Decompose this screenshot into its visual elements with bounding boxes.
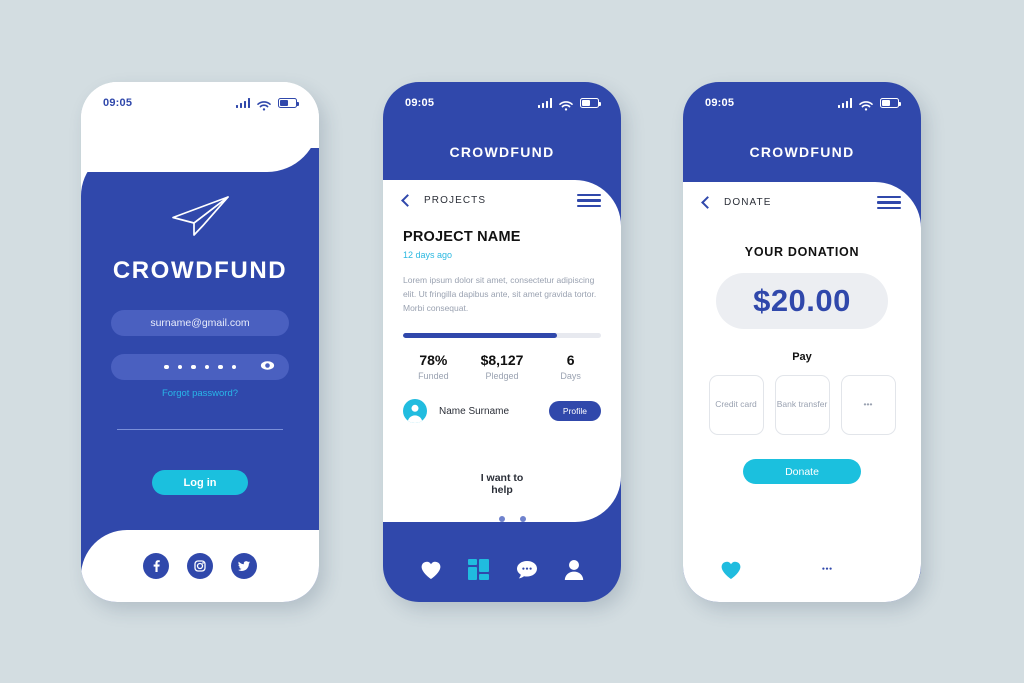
nav-grid-button[interactable] xyxy=(768,559,790,580)
login-branding: CROWDFUND xyxy=(81,194,319,285)
bottom-navigation xyxy=(383,559,621,580)
heart-icon xyxy=(421,561,441,579)
status-time: 09:05 xyxy=(405,97,435,109)
phone-screen-login: 09:05 CROWDFUND surname@gmail.com Forgot… xyxy=(81,82,319,602)
paper-plane-icon xyxy=(81,194,319,243)
carousel-pagination xyxy=(383,516,621,522)
pager-dot-2[interactable] xyxy=(499,516,505,522)
status-icons xyxy=(837,98,901,111)
stat-value: 78% xyxy=(419,352,448,369)
page-title: CROWDFUND xyxy=(749,144,855,160)
signal-icon xyxy=(537,98,552,108)
breadcrumb: PROJECTS xyxy=(424,195,487,207)
nav-profile-button[interactable] xyxy=(864,559,884,580)
profile-icon xyxy=(564,560,584,580)
stat-pledged: $8,127 Pledged xyxy=(468,352,537,381)
instagram-icon[interactable] xyxy=(187,553,213,579)
nav-chat-button[interactable] xyxy=(816,560,838,580)
phone-screen-project: 09:05 CROWDFUND PROJECTS PROJECT NAME 12… xyxy=(383,82,621,602)
nav-grid-button[interactable] xyxy=(468,559,490,580)
signal-icon xyxy=(837,98,852,108)
heart-icon xyxy=(721,561,741,579)
nav-chat-button[interactable] xyxy=(516,560,538,580)
battery-icon xyxy=(580,98,601,108)
login-form: surname@gmail.com Forgot password? Log i… xyxy=(81,310,319,495)
battery-icon xyxy=(880,98,901,108)
i-want-to-help-button[interactable]: I want to help xyxy=(442,465,562,503)
eye-icon[interactable] xyxy=(260,361,275,374)
back-chevron-icon[interactable] xyxy=(701,196,714,209)
stat-label: Pledged xyxy=(485,371,519,382)
app-brand-title: CROWDFUND xyxy=(112,257,288,284)
stat-value: 6 xyxy=(566,352,575,369)
signal-icon xyxy=(235,98,250,108)
stat-days: 6 Days xyxy=(536,352,605,381)
nav-heart-button[interactable] xyxy=(720,560,742,580)
password-field[interactable] xyxy=(111,354,289,380)
status-time: 09:05 xyxy=(103,97,133,109)
mockup-stage: 09:05 CROWDFUND surname@gmail.com Forgot… xyxy=(0,0,1024,683)
payment-methods: Credit card Bank transfer ••• xyxy=(683,375,921,436)
chat-icon xyxy=(516,560,537,578)
profile-icon xyxy=(864,560,884,580)
facebook-icon[interactable] xyxy=(143,553,169,579)
donation-amount-field[interactable]: $20.00 xyxy=(716,273,888,330)
grid-icon xyxy=(468,559,490,580)
phone-screen-donate: 09:05 CROWDFUND DONATE YOUR DONATION $20… xyxy=(683,82,921,602)
owner-name: Name Surname xyxy=(439,405,510,417)
hamburger-menu-icon[interactable] xyxy=(877,196,901,210)
status-bar: 09:05 xyxy=(683,82,921,124)
form-divider xyxy=(117,429,283,430)
stat-label: Funded xyxy=(418,371,449,382)
project-description: Lorem ipsum dolor sit amet, consectetur … xyxy=(403,275,597,313)
stat-value: $8,127 xyxy=(480,352,524,369)
payment-method-credit-card[interactable]: Credit card xyxy=(708,375,764,436)
donation-heading: YOUR DONATION xyxy=(744,245,860,260)
battery-icon xyxy=(278,98,299,108)
project-owner-row: Name Surname Profile xyxy=(403,399,601,424)
nav-profile-button[interactable] xyxy=(564,559,584,580)
funding-progress-bar xyxy=(403,333,601,339)
grid-icon xyxy=(768,559,790,580)
sub-header: PROJECTS xyxy=(383,180,621,208)
donate-card: DONATE YOUR DONATION $20.00 Pay Credit c… xyxy=(683,182,921,602)
email-value: surname@gmail.com xyxy=(150,317,250,329)
twitter-icon[interactable] xyxy=(231,553,257,579)
chat-icon xyxy=(816,560,837,578)
social-login-bar xyxy=(81,530,319,602)
payment-method-bank-transfer[interactable]: Bank transfer xyxy=(774,375,830,436)
login-button[interactable]: Log in xyxy=(152,470,248,495)
donate-button[interactable]: Donate xyxy=(743,459,861,485)
wifi-icon xyxy=(559,98,573,111)
wifi-icon xyxy=(257,98,271,111)
status-icons xyxy=(537,98,601,111)
status-time: 09:05 xyxy=(705,97,735,109)
status-bar: 09:05 xyxy=(383,82,621,124)
pay-section-label: Pay xyxy=(792,351,812,364)
bottom-navigation xyxy=(683,559,921,580)
breadcrumb: DONATE xyxy=(724,197,772,209)
profile-button[interactable]: Profile xyxy=(548,401,601,422)
avatar xyxy=(403,399,427,424)
funding-progress-fill xyxy=(403,333,558,339)
pager-dot-1[interactable] xyxy=(478,516,484,522)
password-dots xyxy=(164,364,236,370)
project-name: PROJECT NAME xyxy=(403,229,521,246)
stat-label: Days xyxy=(560,371,581,382)
project-stats: 78% Funded $8,127 Pledged 6 Days xyxy=(399,352,605,381)
forgot-password-link[interactable]: Forgot password? xyxy=(111,388,289,399)
wifi-icon xyxy=(859,98,873,111)
page-title: CROWDFUND xyxy=(449,144,555,160)
status-icons xyxy=(235,98,299,111)
nav-heart-button[interactable] xyxy=(420,560,442,580)
sub-header: DONATE xyxy=(683,182,921,210)
hamburger-menu-icon[interactable] xyxy=(577,194,601,208)
stat-funded: 78% Funded xyxy=(399,352,468,381)
payment-method-more[interactable]: ••• xyxy=(840,375,896,436)
pager-dot-3[interactable] xyxy=(520,516,526,522)
email-field[interactable]: surname@gmail.com xyxy=(111,310,289,336)
status-bar: 09:05 xyxy=(81,82,319,124)
back-chevron-icon[interactable] xyxy=(401,194,414,207)
project-date: 12 days ago xyxy=(403,250,453,261)
